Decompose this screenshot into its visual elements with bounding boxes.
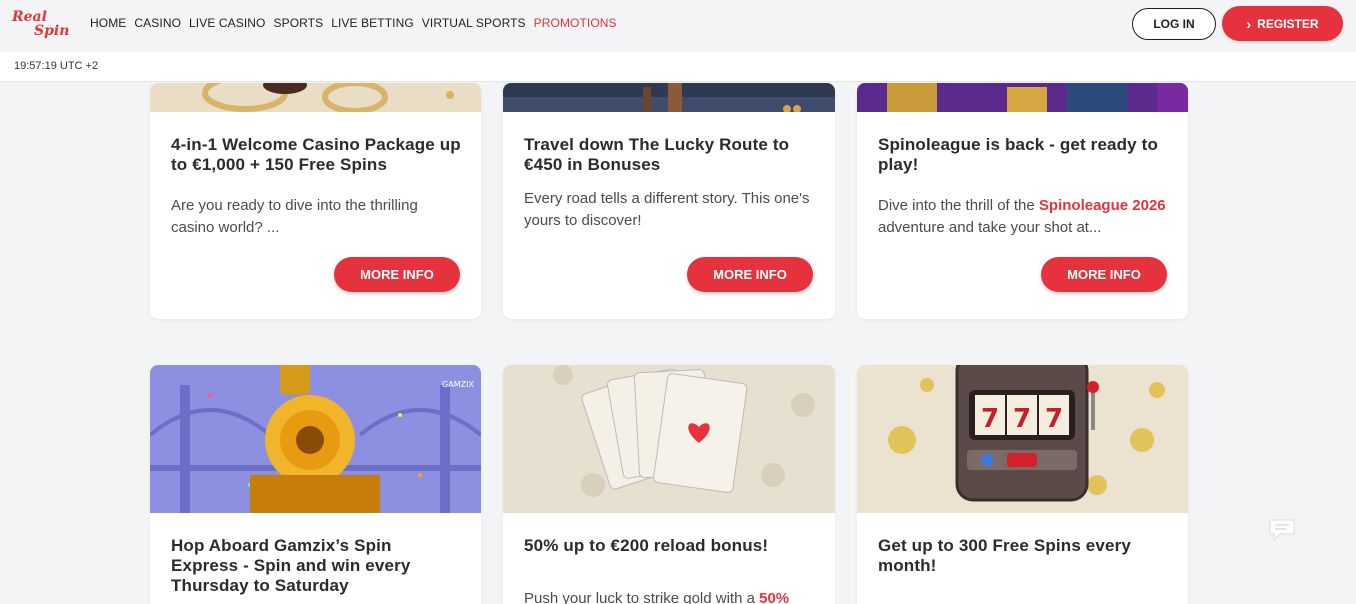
login-button[interactable]: LOG IN [1132,8,1216,40]
nav-virtual-sports[interactable]: VIRTUAL SPORTS [422,16,526,30]
nav-live-betting[interactable]: LIVE BETTING [331,16,414,30]
promo-image-spinoleague [857,83,1188,112]
nav-promotions[interactable]: PROMOTIONS [534,16,617,30]
description-text: Push your luck to strike gold with a [524,590,760,604]
promo-image-cards [503,365,835,513]
promo-image-slot-machine: 7 7 7 [857,365,1188,513]
top-navigation-bar: Real Spin HOME CASINO LIVE CASINO SPORTS… [0,0,1356,46]
spinoleague-link[interactable]: Spinoleague 2026 [1039,197,1166,214]
nav-live-casino[interactable]: LIVE CASINO [189,16,265,30]
chat-bubble-icon[interactable] [1268,518,1296,542]
promo-card: 50% up to €200 reload bonus! Push your l… [503,365,835,604]
more-info-button[interactable]: MORE INFO [687,257,813,292]
svg-text:Spin: Spin [34,23,69,39]
promo-card: Spinoleague is back - get ready to play!… [857,83,1188,319]
promo-description: Push your luck to strike gold with a 50% [524,588,824,604]
clock-text: 19:57:19 UTC +2 [14,60,99,72]
promo-image-welcome [150,83,481,112]
promo-title: Get up to 300 Free Spins every month! [878,536,1131,575]
promo-image-lucky-route [503,83,835,112]
promo-card: GAMZIX Hop Aboard Gamzix’s Spin Express … [150,365,481,604]
promo-description: Dive into the thrill of the Spinoleague … [878,195,1168,239]
promo-description: Every road tells a different story. This… [524,190,810,229]
bonus-link[interactable]: 50% [759,590,789,604]
promo-title: Travel down The Lucky Route to €450 in B… [524,135,790,174]
promo-title: 4-in-1 Welcome Casino Package up to €1,0… [171,135,461,174]
more-info-button[interactable]: MORE INFO [1041,257,1167,292]
promo-title: Hop Aboard Gamzix’s Spin Express - Spin … [171,536,411,595]
register-button[interactable]: › REGISTER [1222,6,1343,41]
nav-home[interactable]: HOME [90,16,126,30]
promo-title: 50% up to €200 reload bonus! [524,536,769,555]
promo-card: 4-in-1 Welcome Casino Package up to €1,0… [150,83,481,319]
svg-text:7: 7 [1013,404,1031,434]
clock-bar: 19:57:19 UTC +2 [0,52,1356,82]
svg-text:7: 7 [1045,404,1063,434]
nav-sports[interactable]: SPORTS [273,16,323,30]
more-info-button[interactable]: MORE INFO [334,257,460,292]
realspin-logo[interactable]: Real Spin [10,7,78,39]
svg-text:GAMZIX: GAMZIX [442,380,474,389]
promo-description: Are you ready to dive into the thrilling… [171,197,418,236]
svg-text:7: 7 [981,404,999,434]
promo-card: 7 7 7 Get up to 300 Free Spins every mon… [857,365,1188,604]
description-text: adventure and take your shot at... [878,219,1102,236]
promo-image-gamzix-train: GAMZIX [150,365,481,513]
promo-card: Travel down The Lucky Route to €450 in B… [503,83,835,319]
promo-title: Spinoleague is back - get ready to play! [878,135,1159,174]
nav-casino[interactable]: CASINO [134,16,181,30]
register-label: REGISTER [1257,16,1319,31]
main-nav: HOME CASINO LIVE CASINO SPORTS LIVE BETT… [90,16,617,30]
chevron-right-icon: › [1246,15,1252,32]
description-text: Dive into the thrill of the [878,197,1039,214]
